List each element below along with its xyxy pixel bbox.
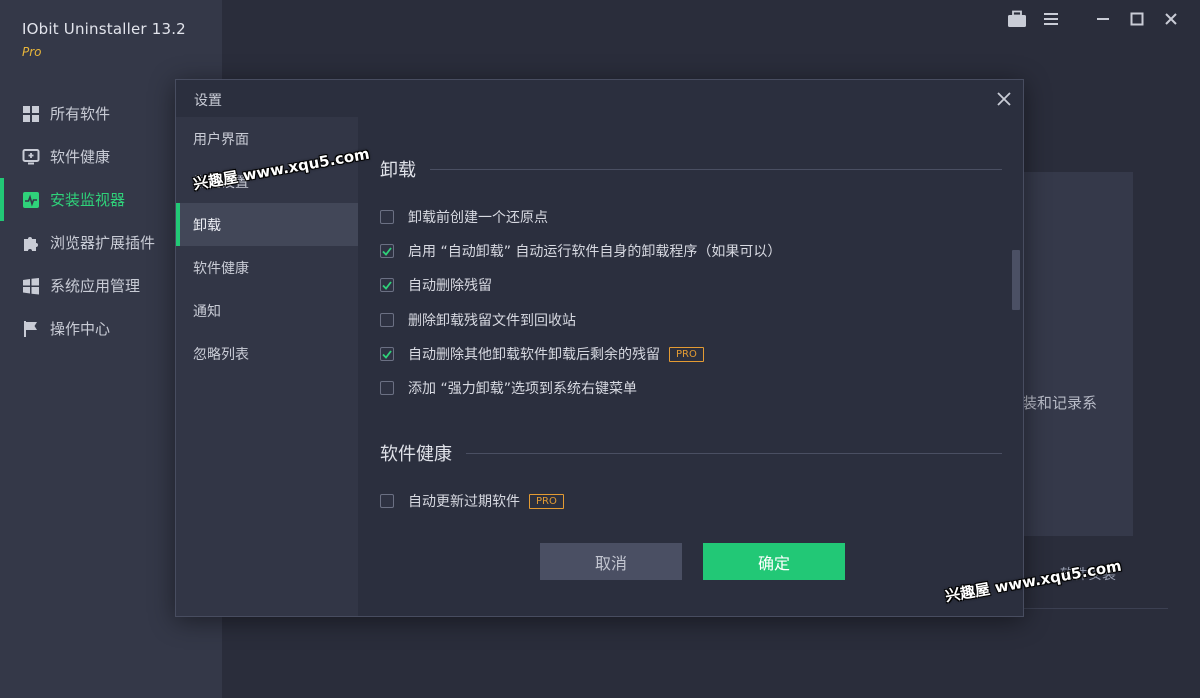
tab-label: 软件健康 — [193, 260, 249, 277]
check-icon — [382, 349, 392, 359]
tab-label: 忽略列表 — [193, 346, 249, 363]
tab-uninstall[interactable]: 卸载 — [176, 203, 358, 246]
section-header-software-health: 软件健康 — [380, 440, 1002, 466]
checkbox[interactable] — [380, 278, 394, 292]
scrollbar-thumb[interactable] — [1012, 250, 1020, 310]
option-auto-remove-leftovers[interactable]: 自动删除残留 — [380, 275, 492, 295]
app-edition: Pro — [22, 45, 42, 59]
option-context-menu-force-uninstall[interactable]: 添加 “强力卸载”选项到系统右键菜单 — [380, 378, 637, 398]
nav-label: 所有软件 — [50, 105, 111, 123]
option-auto-update-outdated[interactable]: 自动更新过期软件 PRO — [380, 491, 564, 511]
option-label: 自动删除其他卸载软件卸载后剩余的残留 — [408, 347, 660, 363]
monitor-icon — [22, 148, 40, 166]
flag-icon — [22, 320, 40, 338]
window-controls — [994, 8, 1182, 30]
nav-label: 操作中心 — [50, 320, 111, 338]
dialog-title: 设置 — [194, 93, 222, 109]
option-remove-other-uninstaller-leftovers[interactable]: 自动删除其他卸载软件卸载后剩余的残留 PRO — [380, 344, 704, 364]
maximize-icon[interactable] — [1126, 8, 1148, 30]
activity-icon — [22, 191, 40, 209]
tab-software-health[interactable]: 软件健康 — [176, 246, 358, 289]
puzzle-icon — [22, 234, 40, 252]
checkbox[interactable] — [380, 347, 394, 361]
close-window-icon[interactable] — [1160, 8, 1182, 30]
menu-icon[interactable] — [1040, 8, 1062, 30]
pro-badge: PRO — [669, 346, 704, 362]
section-divider — [430, 168, 1002, 170]
tab-label: 用户界面 — [193, 131, 249, 148]
check-icon — [382, 246, 392, 256]
tab-ignore-list[interactable]: 忽略列表 — [176, 332, 358, 375]
checkbox[interactable] — [380, 313, 394, 327]
option-auto-uninstall[interactable]: 启用 “自动卸载” 自动运行软件自身的卸载程序（如果可以） — [380, 241, 781, 261]
checkbox[interactable] — [380, 381, 394, 395]
tab-label: 通知 — [193, 303, 221, 320]
tab-label: 卸载 — [193, 217, 221, 234]
checkbox[interactable] — [380, 210, 394, 224]
option-leftovers-to-recycle-bin[interactable]: 删除卸载残留文件到回收站 — [380, 310, 576, 330]
option-label: 删除卸载残留文件到回收站 — [408, 313, 576, 329]
option-label: 启用 “自动卸载” 自动运行软件自身的卸载程序（如果可以） — [408, 244, 782, 260]
nav-label: 软件健康 — [50, 148, 111, 166]
windows-icon — [22, 277, 40, 295]
cancel-button[interactable]: 取消 — [540, 543, 682, 580]
nav-label: 安装监视器 — [50, 191, 126, 209]
main-divider — [1000, 608, 1168, 609]
main-card-text: 装和记录系 — [1022, 394, 1098, 412]
toolbox-icon[interactable] — [1006, 8, 1028, 30]
main-card — [1020, 172, 1133, 536]
pro-badge: PRO — [529, 493, 564, 509]
option-label: 自动更新过期软件 — [408, 494, 520, 510]
option-create-restore-point[interactable]: 卸载前创建一个还原点 — [380, 207, 548, 227]
option-label: 卸载前创建一个还原点 — [408, 210, 548, 226]
settings-content: 卸载 卸载前创建一个还原点 启用 “自动卸载” 自动运行软件自身的卸载程序（如果… — [358, 117, 1023, 537]
grid-icon — [22, 105, 40, 123]
checkbox[interactable] — [380, 494, 394, 508]
nav-label: 浏览器扩展插件 — [50, 234, 156, 252]
checkbox[interactable] — [380, 244, 394, 258]
app-title: IObit Uninstaller 13.2 — [22, 20, 186, 38]
option-label: 添加 “强力卸载”选项到系统右键菜单 — [408, 381, 637, 397]
ok-button[interactable]: 确定 — [703, 543, 845, 580]
option-label: 自动删除残留 — [408, 278, 492, 294]
section-title: 软件健康 — [380, 444, 452, 465]
section-header-uninstall: 卸载 — [380, 156, 1002, 182]
nav-label: 系统应用管理 — [50, 277, 141, 295]
section-title: 卸载 — [380, 160, 416, 181]
tab-notifications[interactable]: 通知 — [176, 289, 358, 332]
check-icon — [382, 280, 392, 290]
section-divider — [466, 452, 1002, 454]
minimize-icon[interactable] — [1092, 8, 1114, 30]
close-icon[interactable] — [993, 88, 1015, 110]
